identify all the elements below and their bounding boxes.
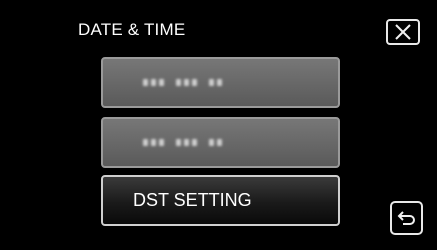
back-button[interactable]	[390, 201, 423, 235]
close-icon	[395, 24, 411, 40]
dst-setting-button[interactable]: DST SETTING	[101, 175, 340, 226]
screen: DATE & TIME DST SETTING	[0, 0, 437, 250]
page-title: DATE & TIME	[78, 20, 186, 39]
menu-item-date-setting-disabled	[101, 57, 340, 108]
back-arrow-icon	[397, 211, 415, 225]
close-button[interactable]	[386, 19, 420, 45]
blurred-label	[143, 79, 222, 86]
menu-item-time-setting-disabled	[101, 117, 340, 168]
blurred-label	[143, 139, 222, 146]
dst-setting-label: DST SETTING	[133, 190, 252, 210]
